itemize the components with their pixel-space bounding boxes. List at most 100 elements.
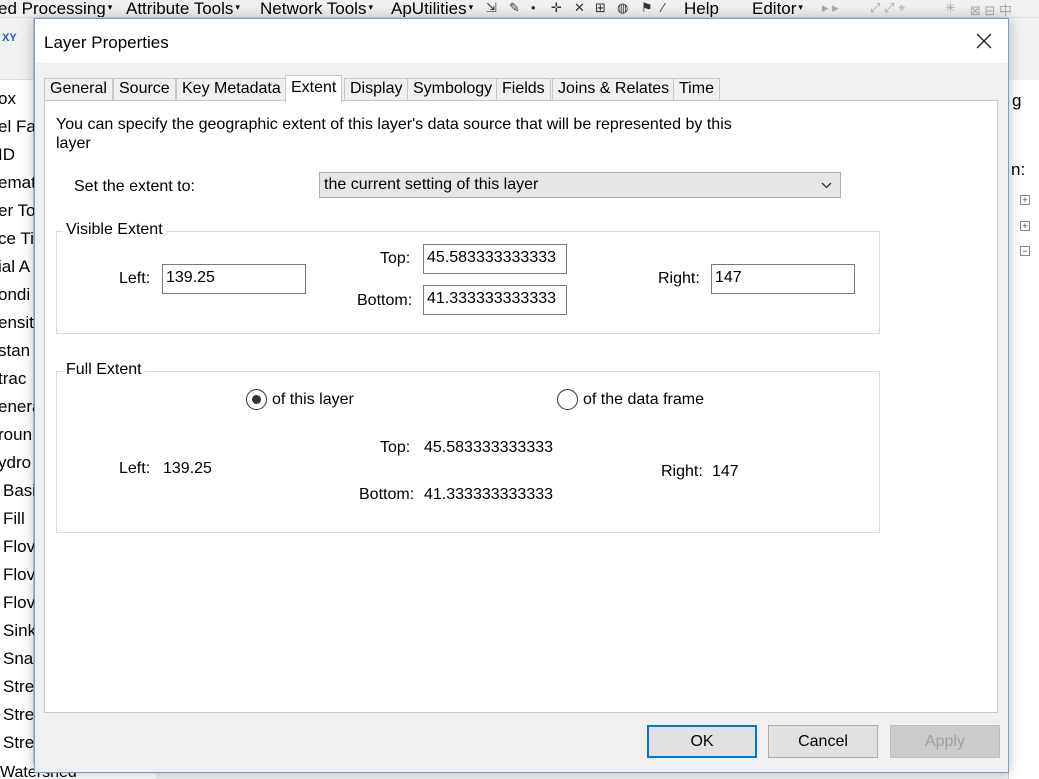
tab-fields[interactable]: Fields	[496, 78, 551, 101]
radio-of-data-frame[interactable]	[557, 389, 578, 410]
right-dock-panel: g n: + + −	[1008, 18, 1039, 779]
visible-top-input[interactable]: 45.583333333333	[423, 244, 567, 274]
toolbox-list-item[interactable]: Flov	[3, 593, 34, 613]
apply-button[interactable]: Apply	[890, 725, 1000, 758]
toolbox-list-item[interactable]: ce Ti	[0, 229, 34, 249]
menu-editor[interactable]: Editor ▾	[752, 0, 803, 17]
menu-geoprocessing[interactable]: ed Processing ▾	[0, 0, 112, 17]
radio-of-this-layer[interactable]	[246, 389, 267, 410]
crosshair-tool-icon[interactable]: ✛	[551, 0, 562, 16]
menu-attribute-tools[interactable]: Attribute Tools ▾	[126, 0, 240, 17]
toolbox-list-item[interactable]: ial A	[0, 257, 34, 277]
menu-aputilities[interactable]: ApUtilities ▾	[391, 0, 473, 17]
full-extent-group: Full Extent of this layer of the data fr…	[56, 361, 880, 533]
toolbox-list-item[interactable]: ensit	[0, 313, 34, 333]
ok-button[interactable]: OK	[647, 725, 757, 758]
expand-icon[interactable]: +	[1020, 221, 1030, 231]
full-extent-title: Full Extent	[63, 361, 145, 379]
visible-bottom-input[interactable]: 41.333333333333	[423, 285, 567, 315]
toolbox-list-item[interactable]: Stre	[3, 677, 34, 697]
visible-extent-title: Visible Extent	[63, 221, 166, 239]
toolbox-list-item[interactable]: enera	[0, 397, 34, 417]
flag-icon[interactable]: ⚑	[641, 0, 653, 16]
close-icon	[976, 33, 992, 49]
tab-time[interactable]: Time	[673, 78, 720, 101]
visible-right-input[interactable]: 147	[711, 264, 855, 294]
tab-symbology[interactable]: Symbology	[407, 78, 499, 101]
menu-network-tools[interactable]: Network Tools ▾	[260, 0, 373, 17]
visible-extent-group: Visible Extent Left: 139.25 Top: 45.5833…	[56, 221, 880, 334]
toolbox-list-item[interactable]: ox	[0, 89, 34, 109]
radio-of-data-frame-label[interactable]: of the data frame	[583, 391, 704, 409]
full-bottom-label: Bottom:	[359, 486, 415, 503]
extent-description: You can specify the geographic extent of…	[56, 116, 732, 152]
set-extent-label: Set the extent to:	[74, 178, 195, 195]
extent-dropdown[interactable]: the current setting of this layer	[319, 172, 841, 198]
tab-joins-relates[interactable]: Joins & Relates	[552, 78, 676, 101]
edit-vertices-icon[interactable]: ⤢ ⤢ ⌖	[870, 0, 905, 16]
toolbox-list-item[interactable]: ondi	[0, 285, 34, 305]
right-panel-header: g	[1012, 91, 1022, 110]
toolbox-list-item[interactable]: er To	[0, 201, 34, 221]
full-right-label: Right:	[661, 463, 703, 480]
toolbox-list-item[interactable]: ydro	[0, 453, 34, 473]
toolbox-list-item[interactable]: emat	[0, 173, 34, 193]
right-panel-label: n:	[1011, 160, 1026, 179]
tab-display[interactable]: Display	[344, 78, 409, 101]
toolbox-list-item[interactable]: Basi	[3, 481, 34, 501]
visible-left-input[interactable]: 139.25	[162, 264, 306, 294]
topology-icon[interactable]: ⊠ ⊟ 中	[970, 0, 1012, 17]
layer-properties-dialog: Layer Properties General Source Key Meta…	[34, 18, 1009, 773]
visible-left-label: Left:	[119, 270, 151, 287]
cut-tool-icon[interactable]: ✕	[574, 0, 585, 16]
toolbox-list-item[interactable]: Stre	[3, 733, 34, 753]
toolbox-list-item[interactable]: ID	[0, 145, 34, 165]
full-left-label: Left:	[119, 460, 151, 477]
toolbox-list-item[interactable]: roun	[0, 425, 34, 445]
dialog-title: Layer Properties	[44, 33, 169, 52]
full-top-value: 45.583333333333	[424, 439, 554, 456]
toolbox-list-item[interactable]: Fill	[3, 509, 34, 529]
chevron-down-icon	[821, 182, 832, 189]
radio-of-this-layer-label[interactable]: of this layer	[272, 391, 354, 409]
collapse-icon[interactable]: −	[1020, 246, 1030, 256]
toolbox-list-item[interactable]: Stre	[3, 705, 34, 725]
globe-icon[interactable]: ◍	[617, 0, 628, 16]
play-icon[interactable]: ▸ ▸	[822, 0, 839, 16]
star-icon[interactable]: ✳	[945, 0, 956, 16]
tab-key-metadata[interactable]: Key Metadata	[176, 78, 287, 101]
full-right-value: 147	[712, 463, 739, 480]
xy-tool-icon[interactable]: XY	[2, 32, 17, 44]
toolbox-list-item[interactable]: stan	[0, 341, 34, 361]
visible-bottom-label: Bottom:	[357, 292, 413, 309]
select-tool-icon[interactable]: ⇲	[486, 0, 497, 16]
full-left-value: 139.25	[163, 460, 212, 477]
toolbox-list-item[interactable]: Flov	[3, 537, 34, 557]
tab-source[interactable]: Source	[113, 78, 176, 101]
visible-right-label: Right:	[658, 270, 700, 287]
main-menubar: ed Processing ▾ Attribute Tools ▾ Network …	[0, 0, 1039, 18]
full-top-label: Top:	[380, 439, 411, 456]
toolbox-list-item[interactable]: Sna	[3, 649, 34, 669]
expand-icon[interactable]: +	[1020, 195, 1030, 205]
extent-tab-panel: You can specify the geographic extent of…	[44, 100, 998, 713]
visible-top-label: Top:	[380, 250, 411, 267]
close-button[interactable]	[974, 31, 994, 51]
cancel-button[interactable]: Cancel	[768, 725, 878, 758]
right-panel-toolbar	[1009, 18, 1039, 80]
tab-extent[interactable]: Extent	[285, 75, 343, 102]
toolbox-list-item[interactable]: Sink	[3, 621, 34, 641]
tab-general[interactable]: General	[44, 78, 113, 101]
point-tool-icon[interactable]: •	[531, 0, 536, 15]
dialog-titlebar: Layer Properties	[35, 19, 1008, 63]
toolbox-list-item[interactable]: trac	[0, 369, 34, 389]
menu-help[interactable]: Help	[684, 0, 719, 17]
full-bottom-value: 41.333333333333	[424, 486, 554, 503]
toolbox-list-item[interactable]: Flov	[3, 565, 34, 585]
extent-dropdown-value: the current setting of this layer	[324, 176, 539, 193]
pencil-icon[interactable]: ⁄	[662, 0, 664, 15]
edit-tool-icon[interactable]: ✎	[509, 0, 520, 16]
panel-toolbar: XY	[0, 18, 33, 80]
toolbox-list-item[interactable]: el Fa	[0, 117, 34, 137]
network-tool-icon[interactable]: ⊞	[595, 0, 606, 16]
